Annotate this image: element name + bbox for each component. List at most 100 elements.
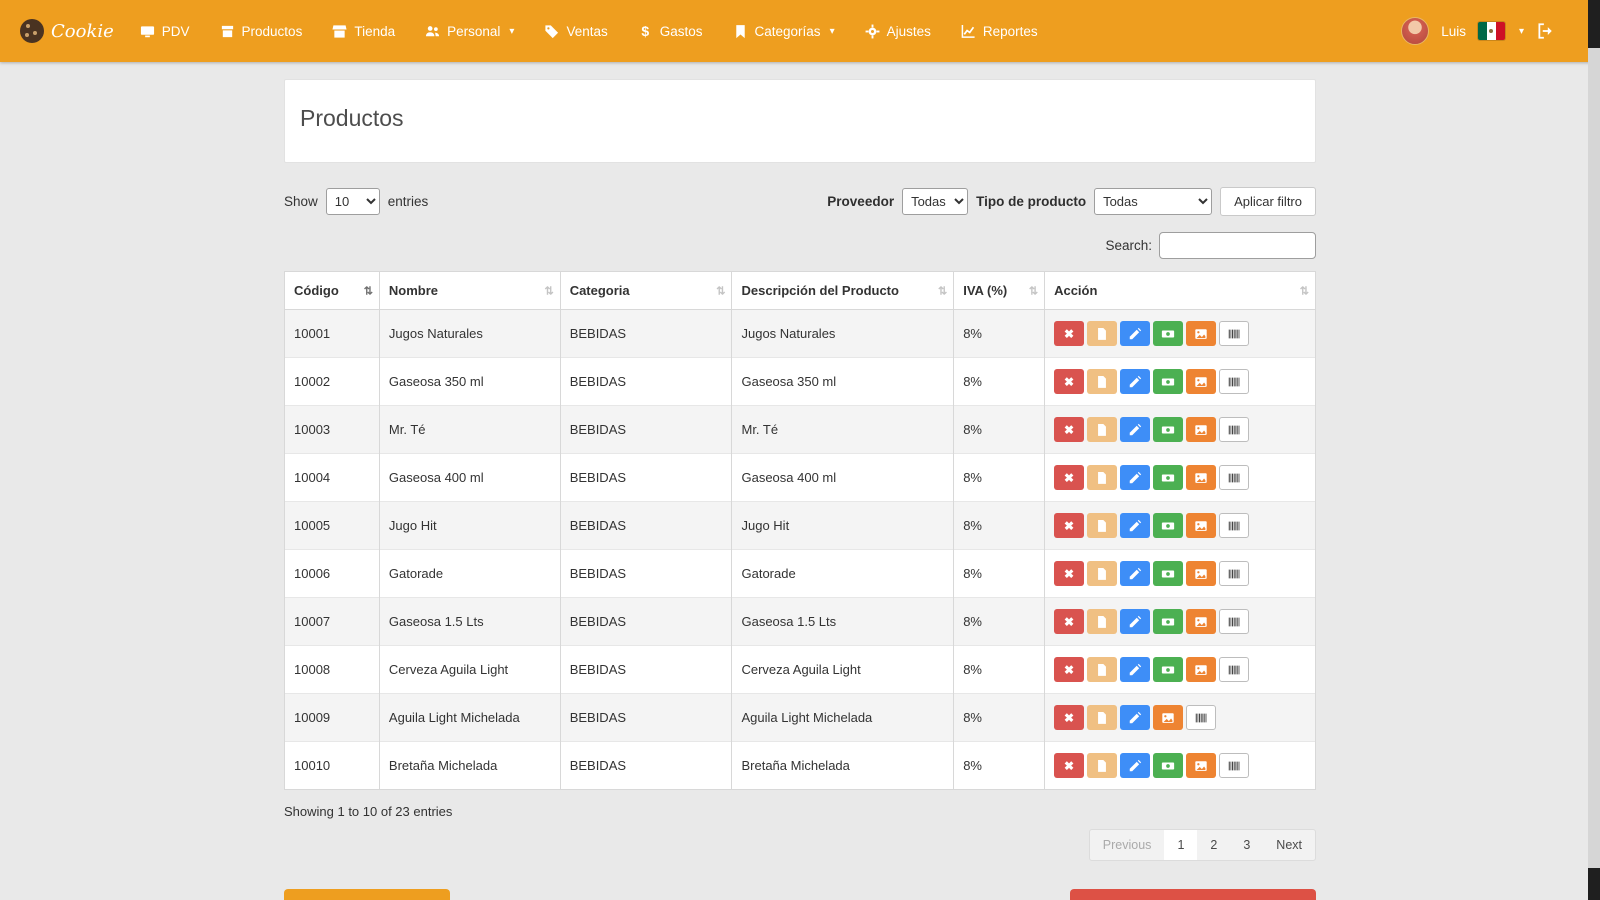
money-button[interactable] — [1153, 657, 1183, 682]
column-header-3[interactable]: Descripción del Producto⇅ — [732, 272, 954, 310]
image-button[interactable] — [1153, 705, 1183, 730]
cell-iva: 8% — [954, 406, 1045, 454]
entries-select[interactable]: 10 — [326, 188, 380, 215]
file-button[interactable] — [1087, 657, 1117, 682]
image-button[interactable] — [1186, 609, 1216, 634]
image-button[interactable] — [1186, 417, 1216, 442]
nav-item-productos[interactable]: Productos — [220, 24, 303, 39]
scrollbar[interactable] — [1588, 0, 1600, 900]
image-button[interactable] — [1186, 657, 1216, 682]
barcode-button[interactable] — [1219, 561, 1249, 586]
edit-button[interactable] — [1120, 753, 1150, 778]
nav-item-ajustes[interactable]: Ajustes — [865, 24, 931, 39]
nav-item-categorias[interactable]: Categorías▾ — [733, 24, 835, 39]
edit-button[interactable] — [1120, 369, 1150, 394]
delete-button[interactable]: ✖ — [1054, 321, 1084, 346]
edit-button[interactable] — [1120, 561, 1150, 586]
delete-button[interactable]: ✖ — [1054, 561, 1084, 586]
file-button[interactable] — [1087, 561, 1117, 586]
nav-item-gastos[interactable]: $Gastos — [638, 24, 703, 39]
money-button[interactable] — [1153, 753, 1183, 778]
column-header-1[interactable]: Nombre⇅ — [379, 272, 560, 310]
cell-iva: 8% — [954, 598, 1045, 646]
delete-button[interactable]: ✖ — [1054, 465, 1084, 490]
nav-item-ventas[interactable]: Ventas — [544, 24, 607, 39]
file-button[interactable] — [1087, 417, 1117, 442]
delete-button[interactable]: ✖ — [1054, 705, 1084, 730]
search-input[interactable] — [1159, 232, 1316, 259]
file-button[interactable] — [1087, 465, 1117, 490]
mexico-flag-icon[interactable] — [1478, 22, 1505, 40]
file-button[interactable] — [1087, 753, 1117, 778]
barcode-button[interactable] — [1219, 753, 1249, 778]
image-button[interactable] — [1186, 753, 1216, 778]
page-2[interactable]: 2 — [1197, 830, 1230, 860]
edit-button[interactable] — [1120, 321, 1150, 346]
file-button[interactable] — [1087, 609, 1117, 634]
column-header-5[interactable]: Acción⇅ — [1045, 272, 1316, 310]
user-name[interactable]: Luis — [1441, 24, 1466, 39]
brand[interactable]: Cookie — [20, 19, 114, 43]
file-button[interactable] — [1087, 513, 1117, 538]
delete-button[interactable]: ✖ — [1054, 513, 1084, 538]
delete-button[interactable]: ✖ — [1054, 657, 1084, 682]
proveedor-select[interactable]: Todas — [902, 188, 968, 215]
apply-filter-button[interactable]: Aplicar filtro — [1220, 187, 1316, 216]
logout-icon[interactable] — [1536, 22, 1554, 40]
edit-button[interactable] — [1120, 609, 1150, 634]
money-button[interactable] — [1153, 513, 1183, 538]
image-button[interactable] — [1186, 561, 1216, 586]
barcode-button[interactable] — [1186, 705, 1216, 730]
image-button[interactable] — [1186, 513, 1216, 538]
cell-iva: 8% — [954, 358, 1045, 406]
money-button[interactable] — [1153, 465, 1183, 490]
nav-item-label: Gastos — [660, 24, 703, 39]
chevron-down-icon[interactable]: ▾ — [1519, 26, 1524, 37]
delete-button[interactable]: ✖ — [1054, 753, 1084, 778]
money-button[interactable] — [1153, 417, 1183, 442]
column-header-4[interactable]: IVA (%)⇅ — [954, 272, 1045, 310]
money-button[interactable] — [1153, 609, 1183, 634]
nav-item-personal[interactable]: Personal▾ — [425, 24, 514, 39]
image-button[interactable] — [1186, 321, 1216, 346]
tipo-select[interactable]: Todas — [1094, 188, 1212, 215]
delete-button[interactable]: ✖ — [1054, 609, 1084, 634]
page-1[interactable]: 1 — [1164, 830, 1197, 860]
barcode-button[interactable] — [1219, 465, 1249, 490]
page-3[interactable]: 3 — [1230, 830, 1263, 860]
add-product-button[interactable]: Agregar Producto — [284, 889, 450, 900]
file-button[interactable] — [1087, 321, 1117, 346]
barcode-button[interactable] — [1219, 609, 1249, 634]
edit-button[interactable] — [1120, 465, 1150, 490]
edit-button[interactable] — [1120, 417, 1150, 442]
barcode-button[interactable] — [1219, 417, 1249, 442]
scrollbar-bottom[interactable] — [1588, 868, 1600, 900]
print-menu-button[interactable]: Imprimir Menú (vista previa) — [1070, 889, 1316, 900]
money-button[interactable] — [1153, 369, 1183, 394]
nav-item-reportes[interactable]: Reportes — [961, 24, 1038, 39]
file-button[interactable] — [1087, 369, 1117, 394]
column-header-2[interactable]: Categoria⇅ — [560, 272, 732, 310]
column-header-0[interactable]: Código⇅ — [285, 272, 380, 310]
page-previous[interactable]: Previous — [1090, 830, 1165, 860]
nav-item-pdv[interactable]: PDV — [140, 24, 190, 39]
cell-accion: ✖ — [1045, 646, 1316, 694]
money-button[interactable] — [1153, 321, 1183, 346]
edit-button[interactable] — [1120, 657, 1150, 682]
edit-button[interactable] — [1120, 705, 1150, 730]
barcode-button[interactable] — [1219, 321, 1249, 346]
scrollbar-thumb[interactable] — [1588, 0, 1600, 48]
file-button[interactable] — [1087, 705, 1117, 730]
image-button[interactable] — [1186, 369, 1216, 394]
barcode-button[interactable] — [1219, 513, 1249, 538]
image-button[interactable] — [1186, 465, 1216, 490]
delete-button[interactable]: ✖ — [1054, 369, 1084, 394]
money-button[interactable] — [1153, 561, 1183, 586]
delete-button[interactable]: ✖ — [1054, 417, 1084, 442]
page-next[interactable]: Next — [1263, 830, 1315, 860]
avatar[interactable] — [1401, 17, 1429, 45]
edit-button[interactable] — [1120, 513, 1150, 538]
barcode-button[interactable] — [1219, 657, 1249, 682]
nav-item-tienda[interactable]: Tienda — [332, 24, 395, 39]
barcode-button[interactable] — [1219, 369, 1249, 394]
